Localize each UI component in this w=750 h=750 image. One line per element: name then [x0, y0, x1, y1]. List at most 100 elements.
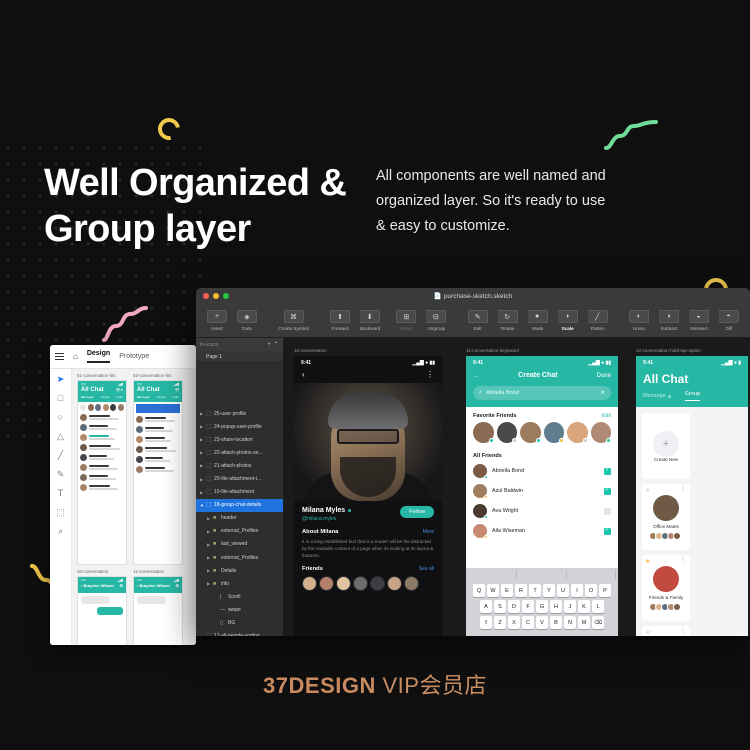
data-button[interactable]: ◈ Data	[232, 310, 262, 331]
all-chat-tabs[interactable]: Message Group	[643, 391, 741, 401]
layer-row[interactable]: ▶ ■ external_Profiles	[196, 525, 283, 538]
card-menu-icon[interactable]: ⋮	[680, 557, 686, 563]
layer-disclosure-icon[interactable]: ▶	[200, 437, 204, 442]
keyboard-key[interactable]: L	[592, 600, 604, 613]
layer-disclosure-icon[interactable]: ▶	[207, 516, 211, 521]
profile-screen[interactable]: 9:41 ▁▄▇ ● ▮▮ ‹ ⋮ Milana Myles @milana.m…	[294, 356, 442, 636]
tab-message[interactable]: Message	[643, 391, 671, 401]
friend-row[interactable]: Aila Wiseman	[466, 521, 618, 541]
layer-row[interactable]: ▶ ⬚ 21-attach-photos	[196, 459, 283, 472]
figma-canvas[interactable]: 01-conversation-list 9:41 ▁▄▇ All Chat ☷ ⌕…	[72, 369, 196, 645]
layer-row[interactable]: ▶ ■ Details	[196, 564, 283, 577]
toolbar-group-insert[interactable]: + Insert ◈ Data	[202, 310, 262, 331]
layer-disclosure-icon[interactable]: ▶	[200, 634, 204, 636]
tab-design[interactable]: Design	[86, 350, 111, 363]
artboard-10-conversation[interactable]: 10-conversation 9:41 ▁▄▇ ● ▮▮ ‹ ⋮ Milana…	[294, 348, 442, 636]
friends-see-all-link[interactable]: See all	[419, 566, 434, 572]
layer-row[interactable]: — swipe	[196, 603, 283, 616]
layer-disclosure-icon[interactable]: ▶	[207, 555, 211, 560]
layer-row[interactable]: ▶ ⬚ 22-attach-photos-se...	[196, 446, 283, 459]
keyboard-row-3[interactable]: ⇧ Z X C V B N M ⌫	[468, 616, 616, 629]
all-chat-screen[interactable]: 9:41 ▁▄▇ ● ▮ All Chat Message Group + Cre…	[636, 356, 748, 636]
layer-disclosure-icon[interactable]: ▼	[200, 503, 204, 508]
backward-button[interactable]: ⬇ Backward	[355, 310, 385, 331]
profile-nav[interactable]: ‹ ⋮	[294, 366, 442, 383]
tab-prototype[interactable]: Prototype	[119, 353, 149, 360]
layer-disclosure-icon[interactable]: ▶	[207, 529, 211, 534]
collapse-pages-icon[interactable]: ⌃	[273, 342, 279, 348]
toolbar-group-arrange[interactable]: ⬆ Forward ⬇ Backward	[325, 310, 385, 331]
subtract-button[interactable]: ◑ Subtract	[654, 310, 684, 331]
artboard-11-conversation-keyboard[interactable]: 11-conversation-keyboard 9:41 ▁▄▇ ● ▮▮ ←…	[466, 348, 618, 636]
union-button[interactable]: ◐ Union	[624, 310, 654, 331]
artboard-12-conversation-hold-tap-option[interactable]: 12-conversation-hold-tap-option 9:41 ▁▄▇…	[636, 348, 748, 636]
rotate-button[interactable]: ↻ Rotate	[493, 310, 523, 331]
sketch-window[interactable]: 📄 purchase-sketch.sketch + Insert ◈ Data …	[196, 288, 750, 636]
friend-checkbox[interactable]	[604, 467, 611, 475]
toolbar-group-grouping[interactable]: ⊞ Group ⊟ Ungroup	[391, 310, 451, 331]
keyboard-key[interactable]: V	[536, 616, 548, 629]
back-icon[interactable]: ←	[473, 373, 479, 379]
edit-favorites-link[interactable]: Edit	[602, 413, 611, 419]
sketch-canvas[interactable]: 10-conversation 9:41 ▁▄▇ ● ▮▮ ‹ ⋮ Milana…	[284, 338, 750, 636]
avatar[interactable]	[496, 422, 517, 443]
keyboard-key[interactable]: ⇧	[480, 616, 492, 629]
layer-disclosure-icon[interactable]: ▶	[200, 477, 204, 482]
layer-list[interactable]: ▶ ⬚ 25-user-profile ▶ ⬚ 24-popup-user-profile…	[196, 363, 283, 636]
keyboard-key[interactable]: E	[501, 584, 513, 597]
star-icon[interactable]: ★	[645, 558, 650, 565]
follow-button[interactable]: Follow	[400, 506, 434, 518]
layer-row[interactable]: ▶ ⬚ 23-share-location	[196, 433, 283, 446]
avatar[interactable]	[473, 422, 494, 443]
cursor-tool-icon[interactable]: ➤	[57, 375, 65, 384]
layer-disclosure-icon[interactable]: ▶	[200, 424, 204, 429]
home-icon[interactable]: ⌂	[73, 352, 78, 361]
figma-artboard[interactable]: 01-conversation-list 9:41 ▁▄▇ All Chat ☷ ⌕…	[77, 373, 127, 565]
plus-icon[interactable]: +	[653, 430, 679, 457]
keyboard-key[interactable]: H	[550, 600, 562, 613]
friend-checkbox[interactable]	[604, 507, 611, 515]
layer-disclosure-icon[interactable]: ▶	[200, 490, 204, 495]
avatar[interactable]	[567, 422, 588, 443]
friend-row[interactable]: Ava Wright	[466, 501, 618, 521]
layer-disclosure-icon[interactable]: ▶	[200, 450, 204, 455]
avatar[interactable]	[543, 422, 564, 443]
keyboard-key[interactable]: G	[536, 600, 548, 613]
layer-disclosure-icon[interactable]: ▶	[200, 411, 204, 416]
layer-row[interactable]: ▼ ⬚ 18-group-chat-details	[196, 498, 283, 512]
create-chat-nav[interactable]: ← Create Chat Done	[473, 372, 611, 379]
intersect-button[interactable]: ◒ Intersect	[684, 310, 714, 331]
keyboard-key[interactable]: Q	[473, 584, 485, 597]
layer-disclosure-icon[interactable]: ▶	[207, 568, 211, 573]
phone-tabs[interactable]: Message Group Calls	[137, 395, 179, 399]
layer-disclosure-icon[interactable]: ▶	[207, 542, 211, 547]
avatar[interactable]	[590, 422, 611, 443]
create-symbol-button[interactable]: ⌘ Create Symbol	[273, 310, 313, 331]
difference-button[interactable]: ◓ Diff	[714, 310, 744, 331]
group-card[interactable]: ★ ⋮ Friends & Family	[642, 555, 690, 621]
keyboard-key[interactable]: R	[515, 584, 527, 597]
layer-row[interactable]: | Scroll	[196, 590, 283, 603]
keyboard-key[interactable]: I	[571, 584, 583, 597]
keyboard-key[interactable]: S	[494, 600, 506, 613]
layer-row[interactable]: ▶ ■ info	[196, 577, 283, 590]
more-icon[interactable]: ⋮	[426, 370, 434, 379]
card-menu-icon[interactable]: ⋮	[680, 486, 686, 492]
keyboard-key[interactable]: J	[564, 600, 576, 613]
keyboard-row-1[interactable]: QWERTYUIOP	[468, 584, 616, 597]
layer-row[interactable]: ▶ ■ header	[196, 512, 283, 525]
friend-checkbox[interactable]	[604, 487, 611, 495]
keyboard-key[interactable]: Z	[494, 616, 506, 629]
ungroup-button[interactable]: ⊟ Ungroup	[421, 310, 451, 331]
edit-button[interactable]: ✎ Edit	[463, 310, 493, 331]
add-page-icon[interactable]: +	[267, 342, 271, 348]
create-chat-screen[interactable]: 9:41 ▁▄▇ ● ▮▮ ← Create Chat Done ⌕ Abrie…	[466, 356, 618, 636]
group-button[interactable]: ⊞ Group	[391, 310, 421, 331]
clear-icon[interactable]: ✕	[600, 390, 605, 396]
insert-button[interactable]: + Insert	[202, 310, 232, 331]
keyboard-key[interactable]: D	[508, 600, 520, 613]
friend-row[interactable]: Azul Baldwin	[466, 481, 618, 501]
tab-group[interactable]: Group	[684, 391, 701, 401]
menu-icon[interactable]	[55, 353, 64, 360]
flatten-button[interactable]: ╱ Flatten	[583, 310, 613, 331]
